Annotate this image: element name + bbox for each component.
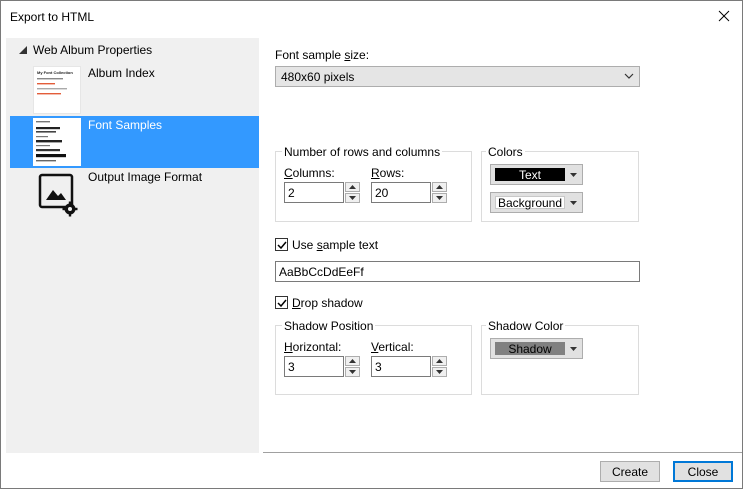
drop-shadow-checkbox[interactable] [275, 296, 288, 309]
arrow-up-icon [349, 359, 356, 363]
arrow-down-icon [349, 370, 356, 374]
horizontal-spinner[interactable] [345, 356, 360, 377]
footer-divider [263, 452, 742, 453]
arrow-down-icon [436, 196, 443, 200]
horizontal-label: Horizontal: [284, 340, 342, 354]
columns-up-button[interactable] [345, 182, 360, 192]
vertical-down-button[interactable] [432, 367, 447, 377]
tree-item-font-samples[interactable]: Font Samples [10, 116, 259, 168]
rows-down-button[interactable] [432, 193, 447, 203]
use-sample-text-checkbox[interactable] [275, 238, 288, 251]
font-sample-size-select[interactable]: 480x60 pixels [275, 66, 640, 87]
vertical-up-button[interactable] [432, 356, 447, 366]
arrow-up-icon [349, 185, 356, 189]
expanded-triangle-icon[interactable] [18, 45, 28, 55]
columns-label: Columns: [284, 166, 335, 180]
image-settings-icon [33, 170, 81, 218]
shadow-color-group [481, 325, 639, 395]
checkmark-icon [276, 241, 287, 249]
title-bar: Export to HTML [1, 1, 742, 32]
horizontal-up-button[interactable] [345, 356, 360, 366]
arrow-down-icon [349, 196, 356, 200]
album-thumb-title: My Font Collection [37, 70, 73, 75]
arrow-up-icon [436, 359, 443, 363]
text-color-swatch: Text [495, 168, 565, 182]
font-sample-size-label: Font sample size: [275, 48, 370, 62]
sample-text-input[interactable]: AaBbCcDdEeFf [275, 261, 640, 282]
text-color-button[interactable]: Text [490, 164, 583, 185]
album-index-thumbnail: My Font Collection [33, 66, 81, 114]
columns-down-button[interactable] [345, 193, 360, 203]
checkmark-icon [276, 299, 287, 307]
columns-input[interactable]: 2 [284, 182, 344, 203]
shadow-color-group-label: Shadow Color [486, 319, 566, 333]
tree-item-label: Output Image Format [88, 170, 203, 184]
rows-input[interactable]: 20 [371, 182, 431, 203]
close-button[interactable]: Close [673, 461, 733, 482]
vertical-spinner[interactable] [432, 356, 447, 377]
tree-item-label: Font Samples [88, 118, 163, 132]
close-icon [718, 10, 730, 22]
export-dialog: Export to HTML Web Album Properties My F… [0, 0, 743, 489]
chevron-down-icon [624, 73, 634, 79]
tree-item-label: Album Index [88, 66, 155, 80]
background-color-swatch: Background [495, 196, 565, 210]
create-button[interactable]: Create [600, 461, 660, 482]
dropdown-arrow-icon [570, 173, 577, 177]
font-sample-size-value: 480x60 pixels [281, 69, 355, 84]
colors-group-label: Colors [486, 145, 525, 159]
window-title: Export to HTML [10, 10, 95, 24]
rows-columns-group-label: Number of rows and columns [282, 145, 443, 159]
horizontal-down-button[interactable] [345, 367, 360, 377]
shadow-position-group-label: Shadow Position [282, 319, 376, 333]
font-samples-thumbnail [33, 118, 81, 166]
drop-shadow-label[interactable]: Drop shadow [292, 296, 363, 310]
shadow-color-button[interactable]: Shadow [490, 338, 583, 359]
dropdown-arrow-icon [570, 347, 577, 351]
arrow-down-icon [436, 370, 443, 374]
tree-item-album-index[interactable]: My Font Collection Album Index [10, 64, 259, 116]
close-window-button[interactable] [710, 3, 738, 29]
tree-root-web-album-properties[interactable]: Web Album Properties [18, 42, 152, 58]
tree-item-output-image-format[interactable]: Output Image Format [10, 168, 259, 220]
dropdown-arrow-icon [570, 201, 577, 205]
horizontal-input[interactable]: 3 [284, 356, 344, 377]
arrow-up-icon [436, 185, 443, 189]
rows-spinner[interactable] [432, 182, 447, 203]
columns-spinner[interactable] [345, 182, 360, 203]
rows-up-button[interactable] [432, 182, 447, 192]
tree-root-label: Web Album Properties [33, 43, 153, 57]
vertical-input[interactable]: 3 [371, 356, 431, 377]
use-sample-text-label[interactable]: Use sample text [292, 238, 378, 252]
background-color-button[interactable]: Background [490, 192, 583, 213]
properties-tree: Web Album Properties My Font Collection … [6, 38, 259, 453]
vertical-label: Vertical: [371, 340, 414, 354]
shadow-color-swatch: Shadow [495, 342, 565, 356]
rows-label: Rows: [371, 166, 405, 180]
